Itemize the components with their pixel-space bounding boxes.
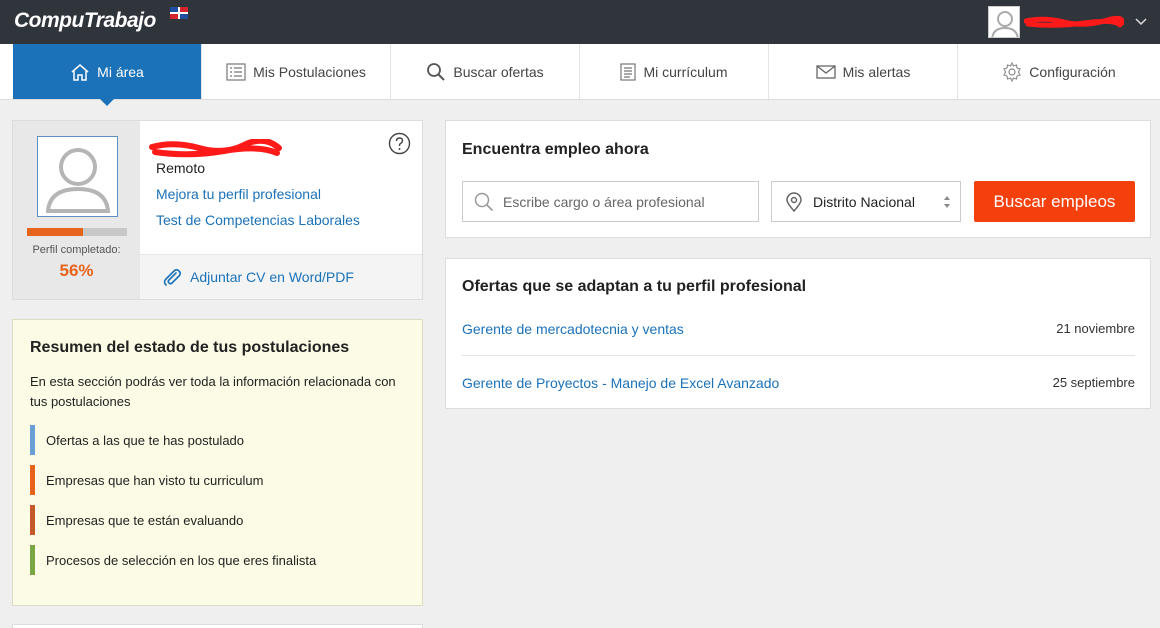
redacted-name: [149, 139, 282, 158]
matching-offers-card: Ofertas que se adaptan a tu perfil profe…: [445, 258, 1151, 409]
competency-test-link[interactable]: Test de Competencias Laborales: [156, 212, 360, 228]
profile-completion-label: Perfil completado:: [32, 244, 121, 256]
legend-color-bar: [30, 425, 35, 455]
tab-label: Mi área: [97, 63, 144, 80]
offer-date: 25 septiembre: [1052, 375, 1135, 390]
tab-label: Configuración: [1029, 63, 1116, 80]
profile-progress-fill: [27, 228, 83, 236]
search-input[interactable]: [503, 193, 743, 210]
summary-title: Resumen del estado de tus postulaciones: [30, 339, 350, 356]
tab-label: Buscar ofertas: [453, 63, 544, 80]
select-arrows-icon: [944, 196, 950, 208]
improve-profile-link[interactable]: Mejora tu perfil profesional: [156, 186, 321, 202]
applications-summary-card: Resumen del estado de tus postulaciones …: [12, 319, 423, 606]
tab-mis-alertas[interactable]: Mis alertas: [769, 44, 958, 99]
profile-completion-value: 56%: [59, 261, 94, 280]
location-select[interactable]: Distrito Nacional: [771, 181, 961, 222]
summary-item-label: Ofertas a las que te has postulado: [46, 432, 245, 448]
summary-item-evaluating[interactable]: Empresas que te están evaluando: [30, 505, 243, 535]
gear-icon: [1003, 61, 1022, 82]
profile-photo-column: Perfil completado: 56%: [13, 121, 140, 299]
tab-buscar-ofertas[interactable]: Buscar ofertas: [391, 44, 580, 99]
help-icon[interactable]: [388, 132, 411, 155]
location-value: Distrito Nacional: [813, 193, 915, 210]
summary-item-finalist[interactable]: Procesos de selección en los que eres fi…: [30, 545, 316, 575]
profile-location: Remoto: [156, 160, 206, 176]
search-input-wrapper[interactable]: [462, 181, 759, 222]
offer-title[interactable]: Gerente de Proyectos - Manejo de Excel A…: [462, 375, 779, 391]
search-icon: [474, 192, 494, 211]
attach-cv-label: Adjuntar CV en Word/PDF: [190, 269, 354, 285]
top-bar: CompuTrabajo: [0, 0, 1160, 44]
tab-mi-curriculum[interactable]: Mi currículum: [580, 44, 769, 99]
summary-item-viewed[interactable]: Empresas que han visto tu curriculum: [30, 465, 263, 495]
attach-cv-button[interactable]: Adjuntar CV en Word/PDF: [140, 254, 422, 299]
offer-row[interactable]: Gerente de mercadotecnia y ventas 21 nov…: [462, 302, 1135, 355]
tab-configuracion[interactable]: Configuración: [958, 44, 1160, 99]
tab-label: Mis alertas: [842, 63, 911, 80]
redacted-username: [1024, 15, 1124, 28]
mail-icon: [816, 64, 836, 79]
user-silhouette-icon: [991, 11, 1019, 37]
flag-icon: [170, 7, 188, 19]
chevron-down-icon[interactable]: [1134, 15, 1148, 29]
location-pin-icon: [786, 191, 802, 212]
offers-title: Ofertas que se adaptan a tu perfil profe…: [462, 278, 807, 295]
legend-color-bar: [30, 465, 35, 495]
tab-label: Mis Postulaciones: [253, 63, 366, 80]
profile-progress-bar: [27, 228, 127, 236]
legend-color-bar: [30, 505, 35, 535]
profile-photo[interactable]: [37, 136, 118, 217]
summary-item-label: Empresas que han visto tu curriculum: [46, 472, 264, 488]
legend-color-bar: [30, 545, 35, 575]
offer-row[interactable]: Gerente de Proyectos - Manejo de Excel A…: [462, 356, 1135, 409]
search-icon: [427, 62, 446, 81]
summary-description: En esta sección podrás ver toda la infor…: [30, 374, 396, 409]
tab-label: Mi currículum: [643, 63, 728, 80]
search-jobs-button[interactable]: Buscar empleos: [974, 181, 1135, 222]
next-card-partial: [12, 624, 423, 628]
tab-mi-area[interactable]: Mi área: [13, 44, 202, 106]
search-title: Encuentra empleo ahora: [462, 141, 649, 158]
home-icon: [71, 63, 89, 81]
user-menu[interactable]: [988, 5, 1148, 39]
avatar[interactable]: [988, 6, 1020, 38]
job-search-card: Encuentra empleo ahora Distrito Nacional…: [445, 120, 1151, 238]
list-icon: [226, 62, 246, 81]
document-icon: [620, 62, 637, 81]
tab-mis-postulaciones[interactable]: Mis Postulaciones: [202, 44, 391, 99]
paperclip-icon: [163, 268, 182, 286]
summary-item-label: Empresas que te están evaluando: [46, 512, 244, 528]
user-silhouette-icon: [45, 148, 111, 213]
offer-title[interactable]: Gerente de mercadotecnia y ventas: [462, 321, 684, 337]
profile-card: Perfil completado: 56% Remoto Mejora tu …: [12, 120, 423, 300]
logo[interactable]: CompuTrabajo: [14, 9, 156, 33]
summary-item-applied[interactable]: Ofertas a las que te has postulado: [30, 425, 244, 455]
summary-item-label: Procesos de selección en los que eres fi…: [46, 552, 317, 568]
offer-date: 21 noviembre: [1056, 321, 1135, 336]
main-nav: Mi área Mis Postulaciones Buscar ofertas…: [0, 44, 1160, 106]
